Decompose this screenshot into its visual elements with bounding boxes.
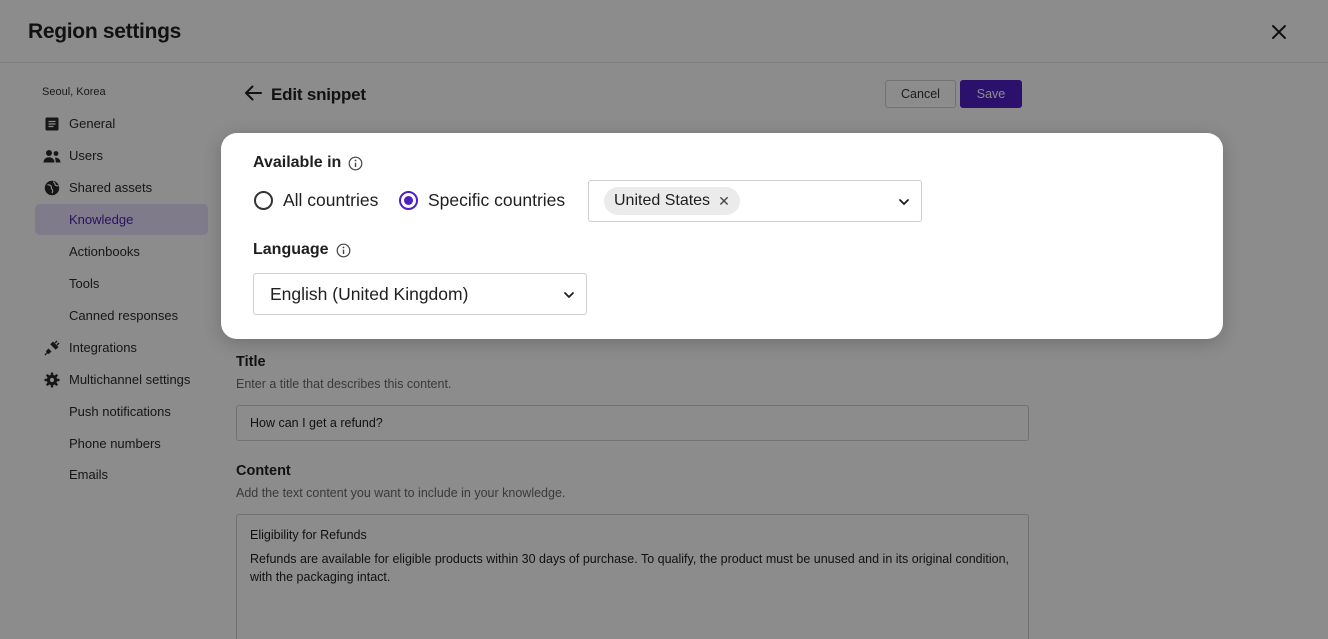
radio-label: All countries (283, 190, 379, 210)
language-label-row: Language (253, 241, 351, 259)
country-chip: United States ✕ (604, 187, 740, 215)
radio-all-countries[interactable]: All countries (254, 190, 378, 211)
chevron-down-icon (564, 292, 574, 298)
radio-circle (254, 191, 273, 210)
radio-circle (399, 191, 418, 210)
chevron-down-icon (899, 199, 909, 205)
language-value: English (United Kingdom) (270, 283, 469, 304)
info-icon[interactable] (336, 243, 351, 258)
available-in-label-row: Available in (253, 154, 363, 172)
remove-chip-icon[interactable]: ✕ (718, 193, 730, 210)
country-chip-label: United States (614, 192, 711, 209)
radio-specific-countries[interactable]: Specific countries (399, 190, 565, 211)
availability-modal: Available in All countries Specific coun… (221, 133, 1223, 339)
language-label: Language (253, 241, 329, 258)
info-icon[interactable] (348, 156, 363, 171)
country-select[interactable]: United States ✕ (588, 180, 922, 222)
language-select[interactable]: English (United Kingdom) (253, 273, 587, 315)
radio-label: Specific countries (428, 190, 566, 210)
available-in-label: Available in (253, 154, 342, 171)
